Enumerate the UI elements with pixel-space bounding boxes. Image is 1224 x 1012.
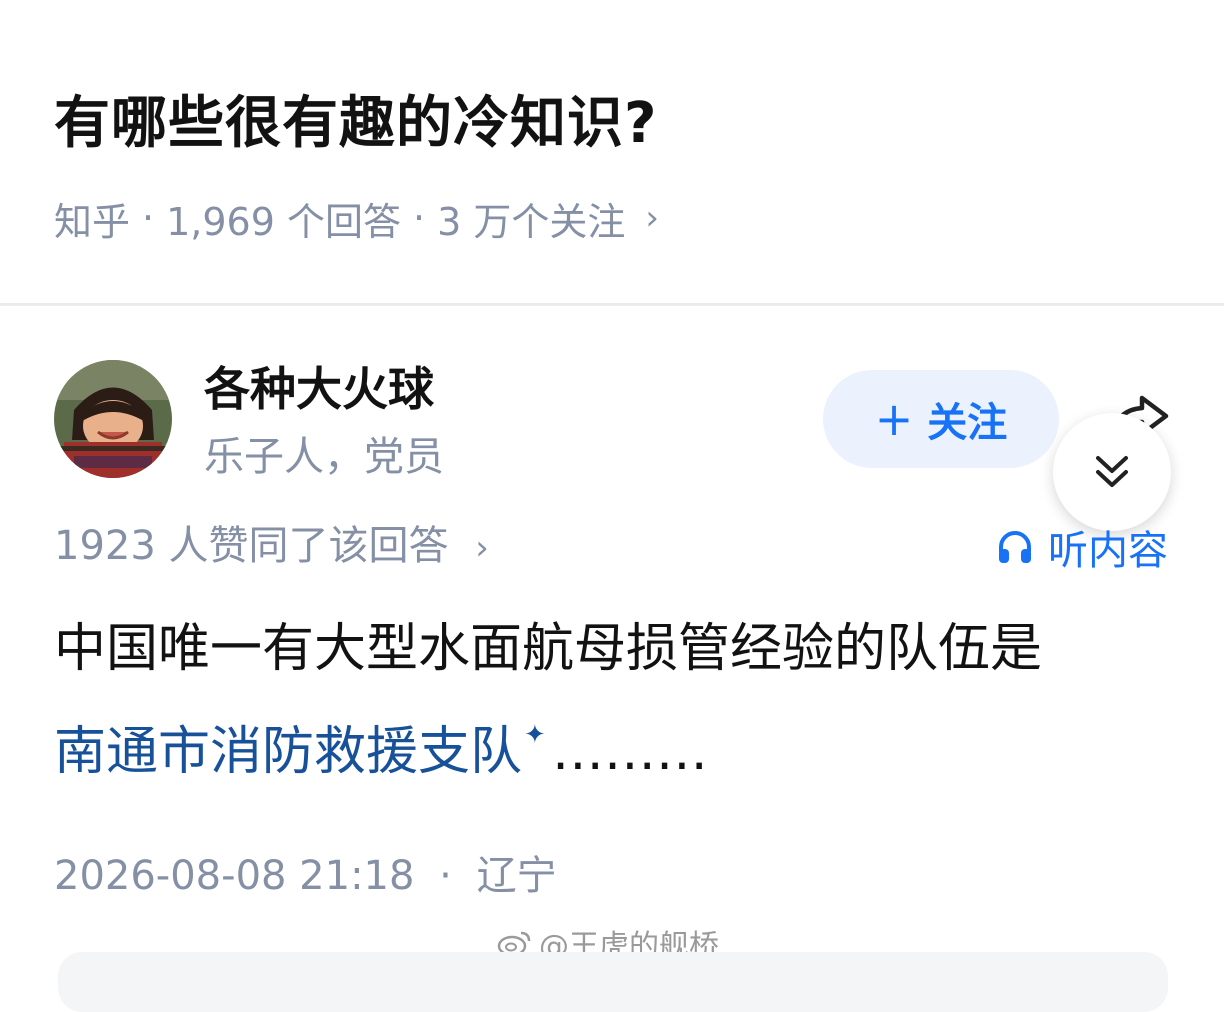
ellipsis-text: ………	[551, 722, 708, 782]
listen-label: 听内容	[1048, 528, 1168, 574]
question-title[interactable]: 有哪些很有趣的冷知识?	[54, 86, 657, 162]
headphones-icon	[999, 531, 1031, 563]
follow-label: 关注	[927, 400, 1008, 446]
source-label: 知乎	[54, 199, 131, 244]
meta-separator: ·	[439, 853, 452, 899]
section-divider	[0, 303, 1224, 306]
follow-button[interactable]: + 关注	[823, 370, 1059, 468]
upvote-count[interactable]: 1923 人赞同了该回答 ›	[54, 518, 489, 576]
followers-count: 3 万个关注	[437, 199, 626, 244]
chevron-right-icon: ›	[475, 528, 489, 568]
sparkle-icon: ✦	[524, 720, 546, 750]
author-name[interactable]: 各种大火球	[204, 360, 434, 418]
listen-button[interactable]: 听内容	[996, 520, 1168, 574]
bottom-comment-bar[interactable]	[58, 952, 1168, 1012]
meta-separator: ·	[412, 196, 426, 240]
double-chevron-down-icon	[1096, 456, 1128, 487]
answer-text-line: 南通市消防救援支队✦………	[54, 700, 708, 787]
meta-separator: ·	[142, 196, 155, 240]
chevron-right-icon: ›	[645, 198, 659, 238]
author-bio: 乐子人，党员	[204, 434, 444, 480]
answer-text-line: 中国唯一有大型水面航母损管经验的队伍是	[54, 619, 1043, 679]
answer-timestamp: 2026-08-08 21:18 · 辽宁	[54, 848, 557, 904]
collapse-button[interactable]	[1053, 413, 1171, 531]
question-meta[interactable]: 知乎 · 1,969 个回答 · 3 万个关注 ›	[54, 192, 659, 244]
plus-icon: +	[874, 392, 914, 446]
avatar[interactable]	[54, 360, 172, 478]
answer-date: 2026-08-08 21:18	[54, 853, 415, 899]
answers-count: 1,969 个回答	[166, 199, 401, 244]
upvote-text: 1923 人赞同了该回答	[54, 523, 449, 569]
answer-location: 辽宁	[476, 853, 557, 899]
entity-link[interactable]: 南通市消防救援支队	[54, 722, 522, 782]
